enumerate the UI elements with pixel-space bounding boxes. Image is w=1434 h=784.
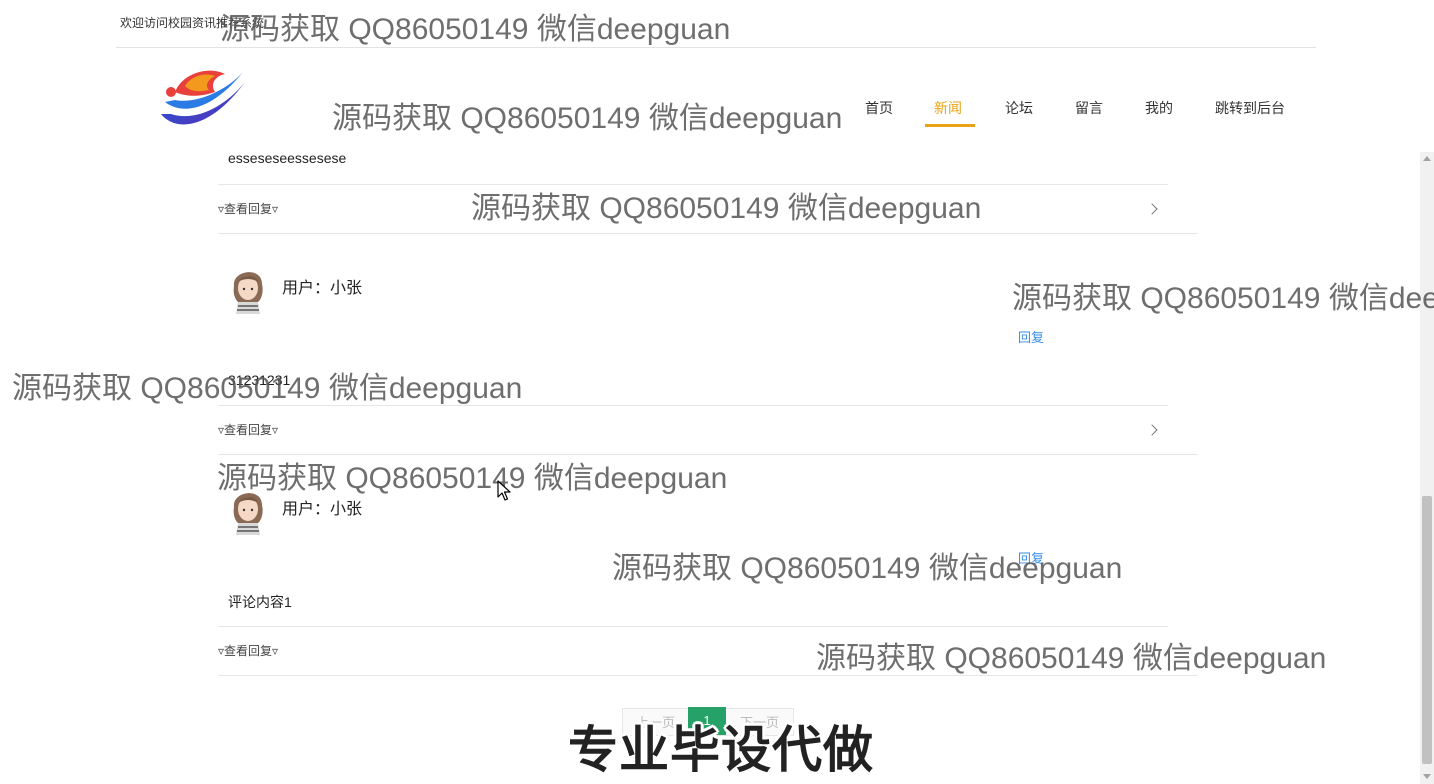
chevron-right-icon[interactable] (1146, 203, 1158, 215)
watermark: 源码获取 QQ86050149 微信deepguan (471, 192, 982, 225)
view-replies-toggle[interactable]: ▿查看回复▿ (218, 642, 278, 659)
divider (218, 233, 1198, 234)
divider (218, 454, 1198, 455)
comment-username: 用户：小张 (282, 280, 363, 297)
divider (218, 626, 1168, 627)
comment-content: esseseseessesese (228, 150, 347, 166)
scrollbar-thumb[interactable] (1422, 496, 1432, 764)
reply-button[interactable]: 回复 (1018, 327, 1044, 346)
chevron-right-icon[interactable] (1146, 424, 1158, 436)
nav-forum[interactable]: 论坛 (1005, 98, 1033, 118)
reply-button[interactable]: 回复 (1018, 548, 1044, 567)
watermark: 源码获取 QQ86050149 微信deepguan (217, 462, 728, 495)
nav-home[interactable]: 首页 (865, 98, 893, 118)
mouse-pointer-icon (497, 480, 511, 507)
scroll-down-arrow-icon[interactable] (1423, 774, 1431, 779)
nav-mine[interactable]: 我的 (1145, 98, 1173, 118)
nav-active-indicator (925, 124, 975, 127)
avatar (228, 262, 268, 314)
watermark: 源码获取 QQ86050149 微信deepguan (220, 13, 731, 46)
comment-username: 用户：小张 (282, 501, 363, 518)
header-divider (116, 47, 1316, 48)
site-logo[interactable] (155, 62, 250, 137)
avatar (228, 483, 268, 535)
divider (218, 405, 1168, 406)
watermark: 源码获取 QQ86050149 微信deepguan (1012, 282, 1434, 315)
watermark: 源码获取 QQ86050149 微信deepguan (816, 642, 1327, 675)
comment-content: 评论内容1 (228, 594, 292, 610)
divider (218, 184, 1168, 185)
welcome-text: 欢迎访问校园资讯推荐系统 (120, 16, 265, 30)
nav-admin[interactable]: 跳转到后台 (1215, 98, 1285, 118)
nav-news[interactable]: 新闻 (934, 98, 962, 118)
watermark: 源码获取 QQ86050149 微信deepguan (612, 552, 1123, 585)
view-replies-toggle[interactable]: ▿查看回复▿ (218, 200, 278, 217)
nav-messages[interactable]: 留言 (1075, 98, 1103, 118)
promo-banner: 专业毕设代做 (568, 722, 874, 778)
scroll-up-arrow-icon[interactable] (1423, 156, 1431, 161)
view-replies-toggle[interactable]: ▿查看回复▿ (218, 421, 278, 438)
watermark: 源码获取 QQ86050149 微信deepguan (332, 102, 843, 135)
divider (218, 675, 1198, 676)
comment-content: 31231231 (228, 372, 291, 388)
